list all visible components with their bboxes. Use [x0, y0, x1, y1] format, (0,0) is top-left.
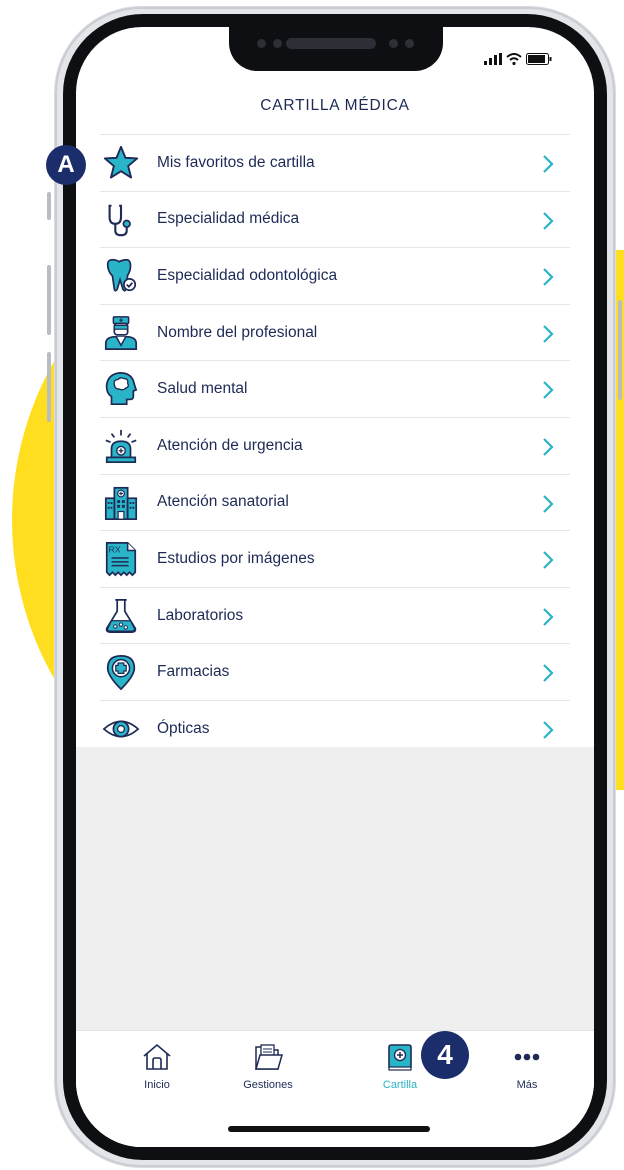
rx-label: RX — [109, 545, 121, 555]
phone-volume-up — [47, 265, 51, 335]
menu-item-especialidad-odontologica[interactable]: Especialidad odontológica — [100, 247, 570, 304]
menu-item-label: Farmacias — [157, 663, 230, 681]
chevron-right-icon — [543, 438, 554, 456]
menu-item-label: Ópticas — [157, 719, 210, 737]
menu-item-atencion-urgencia[interactable]: Atención de urgencia — [100, 416, 570, 474]
menu-item-label: Mis favoritos de cartilla — [157, 153, 315, 171]
home-indicator — [228, 1126, 430, 1132]
menu-list: Mis favoritos de cartilla Especialidad m… — [100, 134, 570, 758]
status-bar — [484, 53, 552, 65]
chevron-right-icon — [543, 551, 554, 569]
chevron-right-icon — [543, 607, 554, 626]
menu-item-nombre-profesional[interactable]: Nombre del profesional — [100, 303, 570, 361]
menu-item-label: Especialidad odontológica — [157, 266, 338, 284]
callout-badge-4: 4 — [421, 1031, 469, 1079]
phone-volume-down — [47, 352, 51, 422]
tooth-icon — [106, 259, 137, 292]
brain-head-icon — [105, 372, 138, 406]
tab-label: Cartilla — [382, 1079, 418, 1091]
stethoscope-icon — [108, 204, 131, 236]
folder-icon — [255, 1044, 283, 1070]
menu-item-label: Especialidad médica — [157, 210, 300, 228]
tab-inicio[interactable]: Inicio — [102, 1041, 212, 1091]
menu-item-favoritos[interactable]: Mis favoritos de cartilla — [100, 134, 570, 191]
menu-item-label: Salud mental — [157, 380, 248, 398]
wifi-icon — [506, 53, 522, 65]
hospital-icon — [104, 486, 138, 520]
menu-item-atencion-sanatorial[interactable]: Atención sanatorial — [100, 473, 570, 531]
chevron-right-icon — [543, 664, 554, 683]
chevron-right-icon — [543, 268, 554, 286]
chevron-right-icon — [543, 381, 554, 400]
tab-label: Inicio — [144, 1079, 170, 1091]
chevron-right-icon — [543, 211, 554, 230]
medical-book-icon — [388, 1044, 412, 1071]
emergency-siren-icon — [105, 429, 137, 463]
flask-icon — [105, 598, 137, 633]
phone-power-button — [618, 300, 622, 400]
pharmacy-pin-icon — [106, 655, 136, 691]
menu-item-label: Atención sanatorial — [157, 493, 289, 511]
tab-mas[interactable]: Más — [472, 1041, 582, 1091]
menu-item-estudios-imagenes[interactable]: RX Estudios por imágenes — [100, 530, 570, 587]
app-screen: CARTILLA MÉDICA Mis favoritos de cartill… — [76, 27, 594, 1147]
chevron-right-icon — [543, 155, 554, 173]
signal-icon — [484, 53, 502, 65]
battery-icon — [526, 53, 552, 65]
menu-item-farmacias[interactable]: Farmacias — [100, 643, 570, 700]
phone-mute-switch — [47, 192, 51, 220]
menu-item-laboratorios[interactable]: Laboratorios — [100, 586, 570, 644]
tab-gestiones[interactable]: Gestiones — [213, 1041, 323, 1091]
doctor-icon — [104, 315, 138, 350]
tab-label: Más — [516, 1079, 538, 1091]
callout-badge-a: A — [46, 145, 86, 185]
menu-item-label: Estudios por imágenes — [157, 549, 315, 567]
menu-item-especialidad-medica[interactable]: Especialidad médica — [100, 190, 570, 248]
menu-item-label: Atención de urgencia — [157, 436, 303, 454]
menu-item-label: Laboratorios — [157, 606, 244, 624]
home-icon — [143, 1043, 171, 1070]
more-dots-icon — [514, 1053, 540, 1061]
phone-notch — [229, 27, 443, 71]
page-title: CARTILLA MÉDICA — [260, 97, 410, 114]
menu-item-salud-mental[interactable]: Salud mental — [100, 360, 570, 417]
chevron-right-icon — [543, 494, 554, 513]
tab-label: Gestiones — [243, 1079, 293, 1091]
chevron-right-icon — [543, 721, 554, 739]
chevron-right-icon — [543, 325, 554, 343]
star-icon — [103, 145, 139, 179]
rx-document-icon: RX — [105, 542, 137, 577]
menu-item-label: Nombre del profesional — [157, 323, 318, 341]
eye-icon — [102, 720, 140, 738]
